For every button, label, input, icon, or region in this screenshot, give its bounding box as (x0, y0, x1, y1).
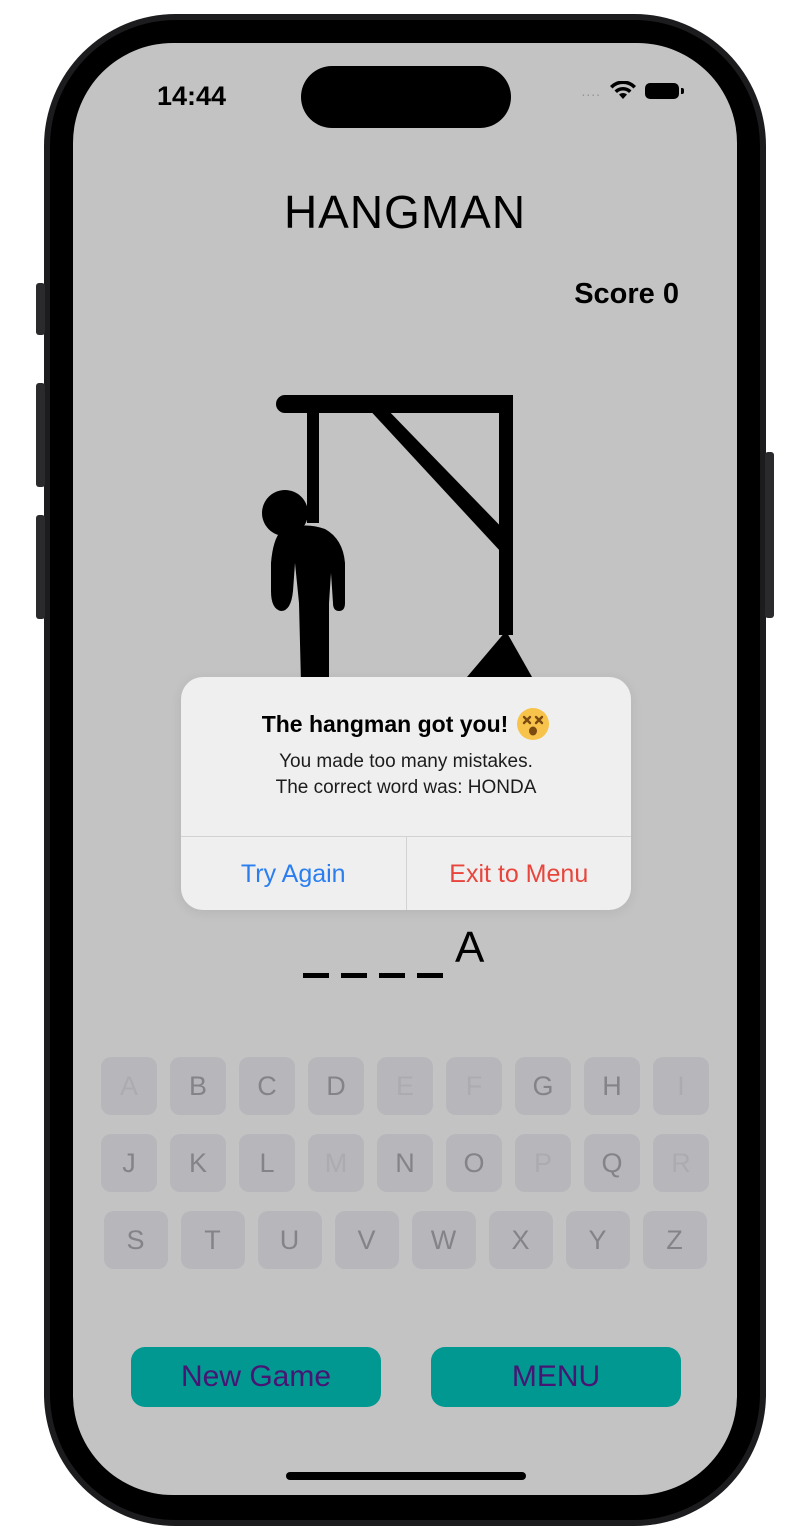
alert-message: You made too many mistakes. The correct … (181, 749, 631, 801)
exit-to-menu-button[interactable]: Exit to Menu (407, 837, 632, 910)
alert-title: The hangman got you! (181, 707, 631, 741)
alert-actions: Try Again Exit to Menu (181, 836, 631, 910)
volume-up-button (36, 383, 45, 487)
screen: 14:44 .... HANGMAN Score 0 A A B C D E F… (73, 43, 737, 1495)
alert-message-line-2: The correct word was: HONDA (275, 777, 537, 798)
try-again-button[interactable]: Try Again (181, 837, 407, 910)
alert-message-line-1: You made too many mistakes. (279, 751, 533, 772)
alert-title-text: The hangman got you! (261, 710, 509, 737)
silent-switch (36, 283, 45, 335)
game-over-alert: The hangman got you! You made too many m… (181, 677, 631, 910)
power-button (765, 452, 774, 618)
dizzy-face-icon (517, 708, 550, 740)
volume-down-button (36, 515, 45, 619)
